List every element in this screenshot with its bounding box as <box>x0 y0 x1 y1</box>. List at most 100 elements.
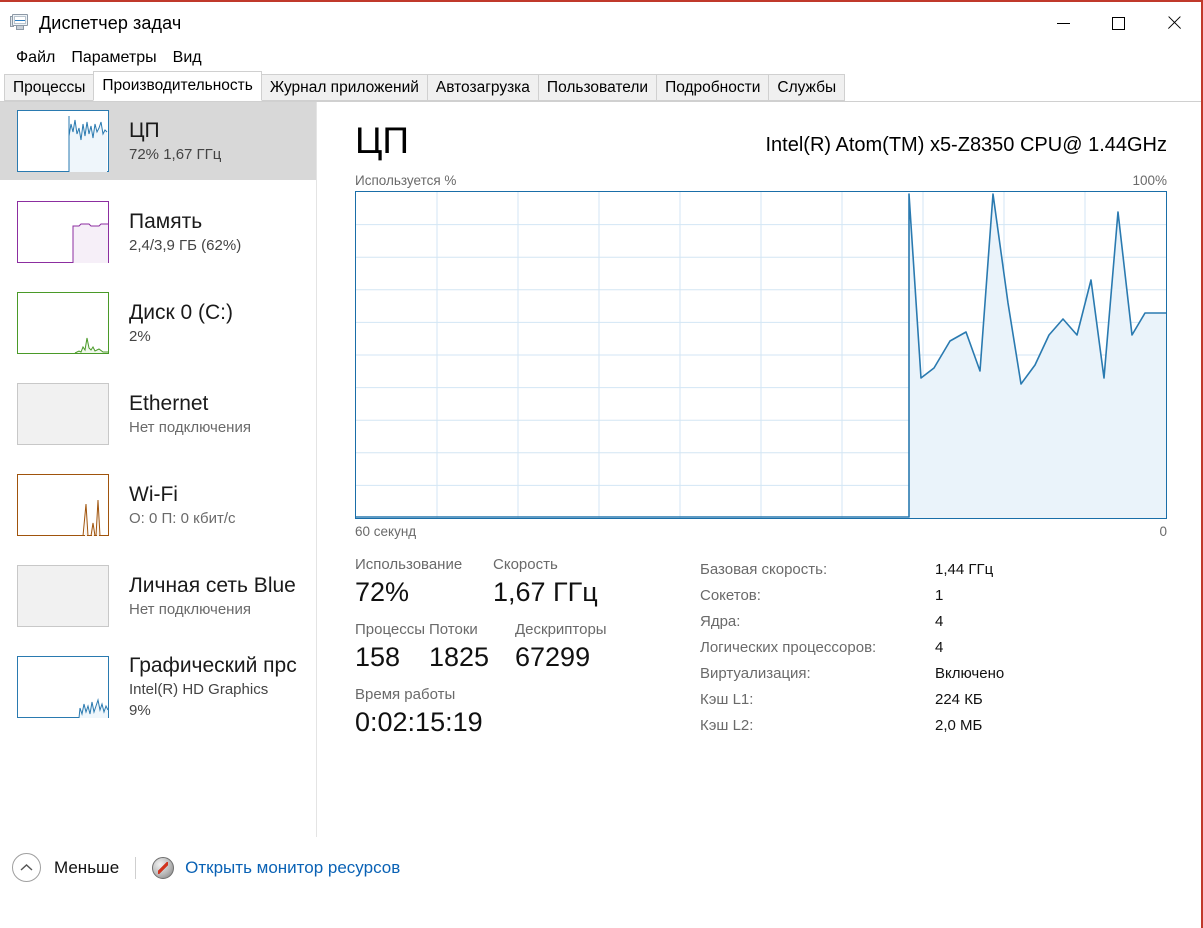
open-resource-monitor-label: Открыть монитор ресурсов <box>185 857 401 877</box>
sidebar-item-memory[interactable]: Память 2,4/3,9 ГБ (62%) <box>0 193 316 271</box>
sidebar-item-cpu[interactable]: ЦП 72% 1,67 ГГц <box>0 102 316 180</box>
sidebar-item-disk-0-c-sub: 2% <box>129 327 151 345</box>
spec-key-sockets: Сокетов: <box>700 587 761 604</box>
status-separator <box>135 856 137 879</box>
spec-value-l2-cache: 2,0 МБ <box>935 717 983 734</box>
sidebar-item-disk-0-c-text: Диск 0 (C:) 2% <box>129 300 233 347</box>
stat-row-uptime: Время работы 0:02:15:19 <box>355 685 700 739</box>
stat-uptime-value: 0:02:15:19 <box>355 707 483 737</box>
resource-monitor-icon <box>152 856 175 879</box>
spec-row-sockets: Сокетов: 1 <box>700 583 1167 609</box>
fewer-details-button[interactable]: Меньше <box>12 853 119 882</box>
sidebar-item-bluetooth-pan-text: Личная сеть Blue Нет подключения <box>129 573 296 620</box>
tab-app-history[interactable]: Журнал приложений <box>260 74 428 101</box>
spec-value-base-speed: 1,44 ГГц <box>935 561 994 578</box>
spec-value-cores: 4 <box>935 613 944 630</box>
performance-detail-panel: ЦП Intel(R) Atom(TM) x5-Z8350 CPU@ 1.44G… <box>317 102 1201 837</box>
stat-processes-label: Процессы <box>355 621 426 638</box>
ethernet-thumbnail-graph <box>17 383 109 445</box>
sidebar-item-ethernet-title: Ethernet <box>129 391 209 415</box>
gpu-thumbnail-graph <box>17 656 109 718</box>
stat-threads-value: 1825 <box>429 642 490 672</box>
stat-processes-value: 158 <box>355 642 401 672</box>
sidebar-item-wifi[interactable]: Wi-Fi О: 0 П: 0 кбит/с <box>0 466 316 544</box>
memory-thumbnail-graph <box>17 201 109 263</box>
tab-performance[interactable]: Производительность <box>93 71 262 101</box>
maximize-button[interactable] <box>1091 2 1146 44</box>
tab-processes[interactable]: Процессы <box>4 74 95 101</box>
panel-header: ЦП Intel(R) Atom(TM) x5-Z8350 CPU@ 1.44G… <box>355 120 1167 162</box>
window-title: Диспетчер задач <box>39 12 182 33</box>
stat-handles-value: 67299 <box>515 642 591 672</box>
minimize-icon <box>1057 22 1070 24</box>
stat-speed: Скорость 1,67 ГГц <box>493 555 621 609</box>
chevron-up-icon <box>12 853 41 882</box>
spec-key-l1-cache: Кэш L1: <box>700 691 754 708</box>
stat-handles: Дескрипторы 67299 <box>515 620 607 674</box>
stat-uptime-label: Время работы <box>355 686 456 703</box>
graph-y-axis-label: Используется % <box>355 173 457 188</box>
sidebar-item-memory-text: Память 2,4/3,9 ГБ (62%) <box>129 209 241 256</box>
open-resource-monitor-link[interactable]: Открыть монитор ресурсов <box>152 856 401 879</box>
cpu-area-fill <box>909 194 1166 518</box>
sidebar-item-bluetooth-pan[interactable]: Личная сеть Blue Нет подключения <box>0 557 316 635</box>
spec-key-l2-cache: Кэш L2: <box>700 717 754 734</box>
stats-section: Использование 72% Скорость 1,67 ГГц Проц… <box>355 555 1167 750</box>
spec-key-cores: Ядра: <box>700 613 741 630</box>
task-manager-monitor-icon <box>10 14 30 32</box>
stat-handles-label: Дескрипторы <box>515 621 607 638</box>
stat-speed-label: Скорость <box>493 556 558 573</box>
tab-users[interactable]: Пользователи <box>537 74 658 101</box>
close-button[interactable] <box>1146 2 1201 44</box>
stat-row-processes-threads-handles: Процессы 158 Потоки 1825 Дескрипторы 672… <box>355 620 700 674</box>
stat-utilization-label: Использование <box>355 556 463 573</box>
stat-processes: Процессы 158 <box>355 620 429 674</box>
task-manager-window: Диспетчер задач Файл Параметры Вид Проце… <box>0 0 1203 928</box>
stat-utilization-value: 72% <box>355 577 410 607</box>
graph-x-axis-zero: 0 <box>1159 524 1167 539</box>
resource-sidebar[interactable]: ЦП 72% 1,67 ГГц Память 2,4/3,9 ГБ (62%) <box>0 102 317 837</box>
sidebar-item-gpu-title: Графический прс <box>129 654 297 677</box>
tab-services[interactable]: Службы <box>768 74 846 101</box>
menu-item-file[interactable]: Файл <box>8 47 63 69</box>
spec-key-logical-processors: Логических процессоров: <box>700 639 877 656</box>
sidebar-item-gpu[interactable]: Графический прс Intel(R) HD Graphics 9% <box>0 648 316 726</box>
sidebar-item-wifi-text: Wi-Fi О: 0 П: 0 кбит/с <box>129 482 236 529</box>
sidebar-item-cpu-title: ЦП <box>129 118 160 142</box>
sidebar-item-gpu-text: Графический прс Intel(R) HD Graphics 9% <box>129 653 297 721</box>
spec-key-virtualization: Виртуализация: <box>700 665 811 682</box>
sidebar-item-ethernet-sub: Нет подключения <box>129 418 251 436</box>
maximize-icon <box>1112 16 1125 30</box>
sidebar-item-disk-0-c[interactable]: Диск 0 (C:) 2% <box>0 284 316 362</box>
sidebar-item-gpu-sub: Intel(R) HD Graphics <box>129 681 269 698</box>
sidebar-item-wifi-title: Wi-Fi <box>129 482 178 506</box>
sidebar-item-bluetooth-pan-sub: Нет подключения <box>129 600 251 618</box>
tab-strip: Процессы Производительность Журнал прило… <box>0 71 1201 102</box>
sidebar-item-gpu-sub2: 9% <box>129 702 151 719</box>
sidebar-item-cpu-text: ЦП 72% 1,67 ГГц <box>129 118 221 165</box>
menu-item-view[interactable]: Вид <box>165 47 210 69</box>
page-title: ЦП <box>355 120 409 161</box>
menu-item-options[interactable]: Параметры <box>63 47 164 69</box>
minimize-button[interactable] <box>1036 2 1091 44</box>
sidebar-item-bluetooth-pan-title: Личная сеть Blue <box>129 573 296 597</box>
tab-details[interactable]: Подробности <box>656 74 770 101</box>
spec-row-base-speed: Базовая скорость: 1,44 ГГц <box>700 557 1167 583</box>
tab-startup[interactable]: Автозагрузка <box>426 74 539 101</box>
close-icon <box>1166 15 1182 31</box>
stats-left-column: Использование 72% Скорость 1,67 ГГц Проц… <box>355 555 700 750</box>
graph-x-axis-label: 60 секунд <box>355 524 417 539</box>
spec-value-logical-processors: 4 <box>935 639 944 656</box>
sidebar-item-memory-sub: 2,4/3,9 ГБ (62%) <box>129 236 242 254</box>
spec-row-logical-processors: Логических процессоров: 4 <box>700 635 1167 661</box>
cpu-model-label: Intel(R) Atom(TM) x5-Z8350 CPU@ 1.44GHz <box>765 134 1167 156</box>
disk-thumbnail-graph <box>17 292 109 354</box>
wifi-thumbnail-graph <box>17 474 109 536</box>
sidebar-item-ethernet[interactable]: Ethernet Нет подключения <box>0 375 316 453</box>
spec-value-virtualization: Включено <box>935 665 1005 682</box>
window-controls <box>1036 2 1201 44</box>
sidebar-item-cpu-sub: 72% 1,67 ГГц <box>129 145 222 163</box>
fewer-details-label: Меньше <box>54 857 120 877</box>
specs-table: Базовая скорость: 1,44 ГГц Сокетов: 1 Яд… <box>700 555 1167 750</box>
sidebar-item-wifi-sub: О: 0 П: 0 кбит/с <box>129 509 236 527</box>
